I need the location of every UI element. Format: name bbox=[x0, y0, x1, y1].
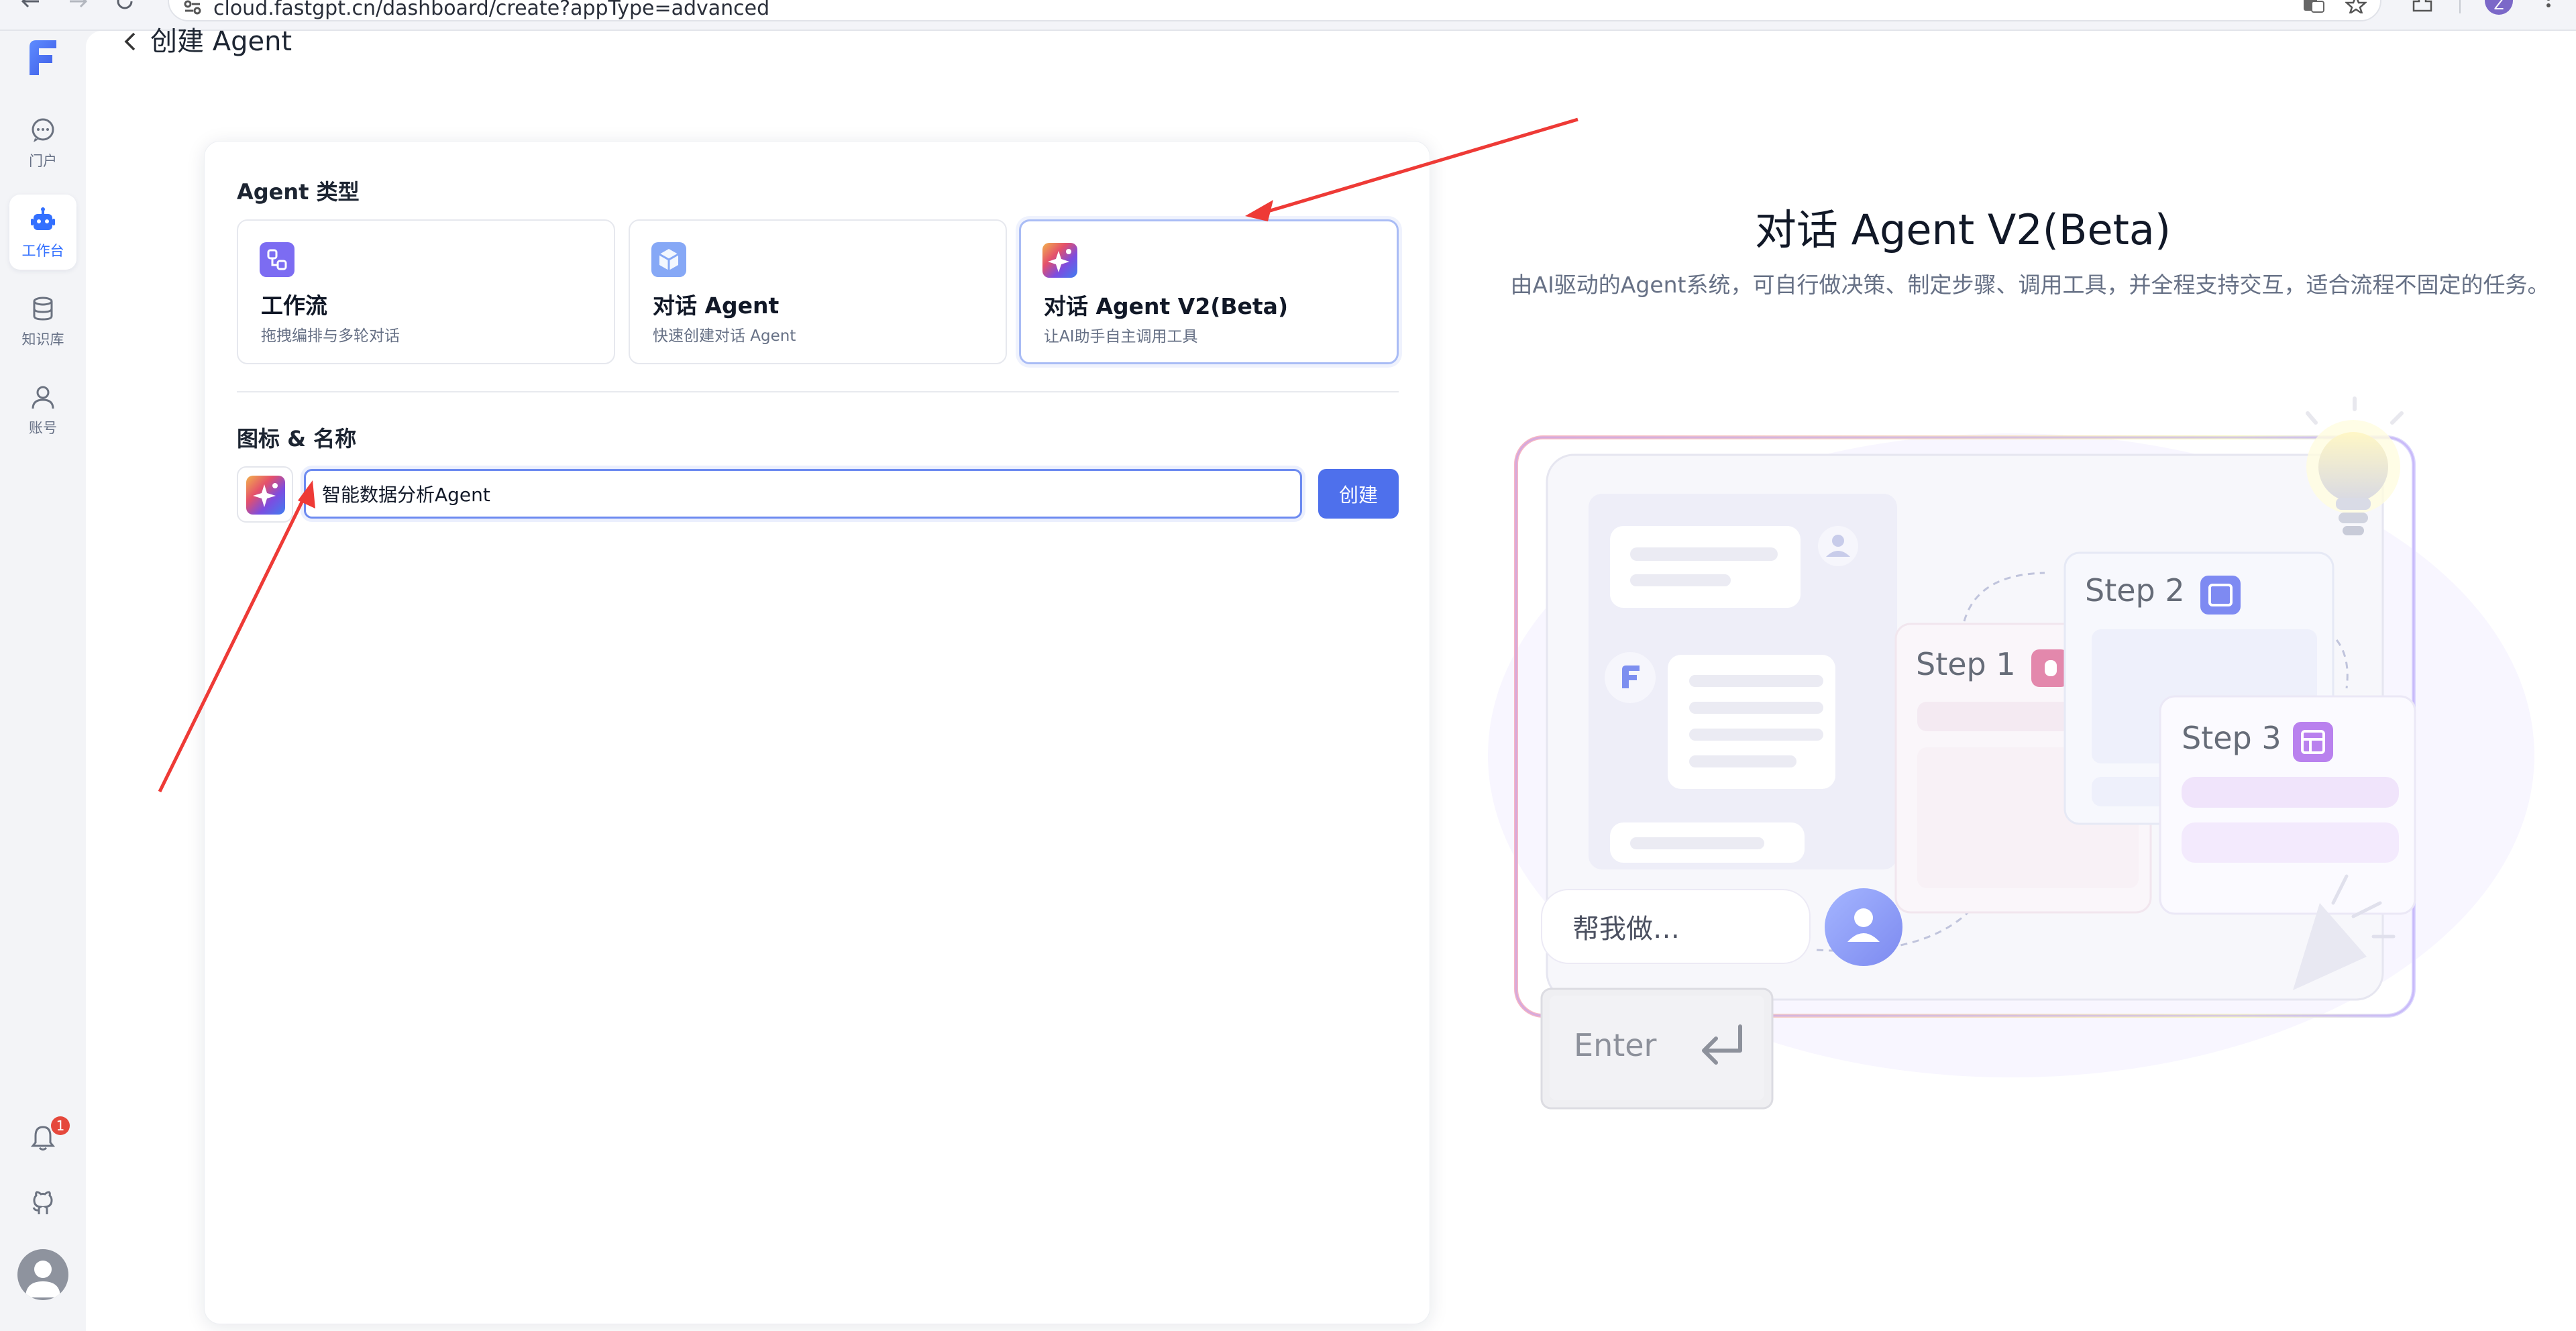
toolbar-separator bbox=[2459, 0, 2461, 13]
sparkle-gradient-icon bbox=[246, 476, 285, 515]
preview-title: 对话 Agent V2(Beta) bbox=[1754, 205, 2171, 254]
create-button[interactable]: 创建 bbox=[1318, 469, 1399, 519]
translate-icon[interactable] bbox=[2302, 0, 2325, 13]
extensions-icon[interactable] bbox=[2411, 0, 2434, 13]
profile-avatar[interactable]: Z bbox=[2485, 0, 2513, 15]
illustration-graphic: Step 1 Step 2 Step 3 帮我做… Enter bbox=[1488, 396, 2534, 1110]
notification-badge: 1 bbox=[51, 1116, 70, 1135]
section-divider bbox=[237, 391, 1399, 392]
type-name: 工作流 bbox=[261, 292, 327, 319]
agent-type-label: Agent 类型 bbox=[237, 179, 360, 205]
database-icon bbox=[33, 297, 53, 321]
type-card-chat-agent[interactable]: 对话 Agent 快速创建对话 Agent bbox=[629, 219, 1007, 364]
type-name: 对话 Agent V2(Beta) bbox=[1044, 293, 1289, 319]
type-desc: 拖拽编排与多轮对话 bbox=[261, 327, 400, 345]
reload-icon[interactable] bbox=[115, 0, 136, 12]
url-text: cloud.fastgpt.cn/dashboard/create?appTyp… bbox=[213, 0, 770, 20]
sidebar-item-account[interactable]: 账号 bbox=[9, 372, 76, 447]
robot-icon bbox=[31, 207, 55, 230]
preview-description: 由AI驱动的Agent系统，可自行做决策、制定步骤、调用工具，并全程支持交互，适… bbox=[1510, 272, 2550, 298]
agent-illustration: Step 1 Step 2 Step 3 帮我做… Enter bbox=[1441, 380, 2576, 1118]
profile-initial: Z bbox=[2493, 0, 2504, 13]
agent-name-input[interactable] bbox=[304, 469, 1302, 519]
sparkle-gradient-icon bbox=[1042, 243, 1077, 278]
sidebar-item-label: 工作台 bbox=[21, 243, 64, 259]
back-nav-icon[interactable] bbox=[19, 0, 42, 12]
avatar-person-icon bbox=[25, 1261, 60, 1297]
type-name: 对话 Agent bbox=[653, 292, 780, 319]
sidebar-item-workbench[interactable]: 工作台 bbox=[9, 195, 76, 270]
sidebar-item-label: 账号 bbox=[29, 420, 57, 436]
type-desc: 快速创建对话 Agent bbox=[653, 327, 796, 345]
create-form-card: Agent 类型 工作流 拖拽编排与多轮对话 对话 Agent 快速创建对话 A… bbox=[204, 141, 1430, 1324]
address-bar[interactable]: cloud.fastgpt.cn/dashboard/create?appTyp… bbox=[168, 0, 2381, 21]
github-icon[interactable] bbox=[30, 1190, 56, 1217]
sidebar-item-portal[interactable]: 门户 bbox=[9, 105, 76, 180]
icon-name-label: 图标 & 名称 bbox=[237, 426, 357, 451]
chat-bubble-icon bbox=[32, 118, 54, 142]
sidebar-item-label: 门户 bbox=[29, 153, 57, 169]
site-info-icon[interactable] bbox=[184, 0, 201, 16]
forward-nav-icon[interactable] bbox=[67, 0, 90, 12]
step1-label: Step 1 bbox=[1916, 646, 2016, 682]
more-menu-icon[interactable] bbox=[2545, 0, 2552, 13]
workflow-icon bbox=[260, 242, 294, 277]
cube-icon bbox=[651, 242, 686, 277]
sidebar: 门户 工作台 知识库 账号 1 bbox=[0, 31, 86, 1331]
fastgpt-logo-icon[interactable] bbox=[25, 38, 60, 78]
type-card-chat-agent-v2[interactable]: 对话 Agent V2(Beta) 让AI助手自主调用工具 bbox=[1019, 219, 1399, 364]
prompt-text: 帮我做… bbox=[1572, 914, 1680, 945]
enter-key-label: Enter bbox=[1574, 1027, 1657, 1063]
type-desc: 让AI助手自主调用工具 bbox=[1044, 328, 1198, 345]
page-title: 创建 Agent bbox=[150, 26, 292, 57]
step2-label: Step 2 bbox=[2085, 572, 2185, 608]
step3-label: Step 3 bbox=[2182, 720, 2282, 756]
user-icon bbox=[32, 386, 54, 409]
main-content: 创建 Agent Agent 类型 工作流 拖拽编排与多轮对话 对话 Agent… bbox=[86, 27, 2576, 1331]
sidebar-item-label: 知识库 bbox=[21, 331, 64, 348]
app-icon-picker[interactable] bbox=[237, 466, 293, 523]
user-avatar[interactable] bbox=[17, 1249, 68, 1300]
back-arrow-icon[interactable] bbox=[121, 30, 140, 54]
bookmark-star-icon[interactable] bbox=[2345, 0, 2367, 13]
sidebar-item-knowledge-base[interactable]: 知识库 bbox=[9, 283, 76, 358]
browser-toolbar: cloud.fastgpt.cn/dashboard/create?appTyp… bbox=[0, 0, 2576, 31]
type-card-workflow[interactable]: 工作流 拖拽编排与多轮对话 bbox=[237, 219, 615, 364]
